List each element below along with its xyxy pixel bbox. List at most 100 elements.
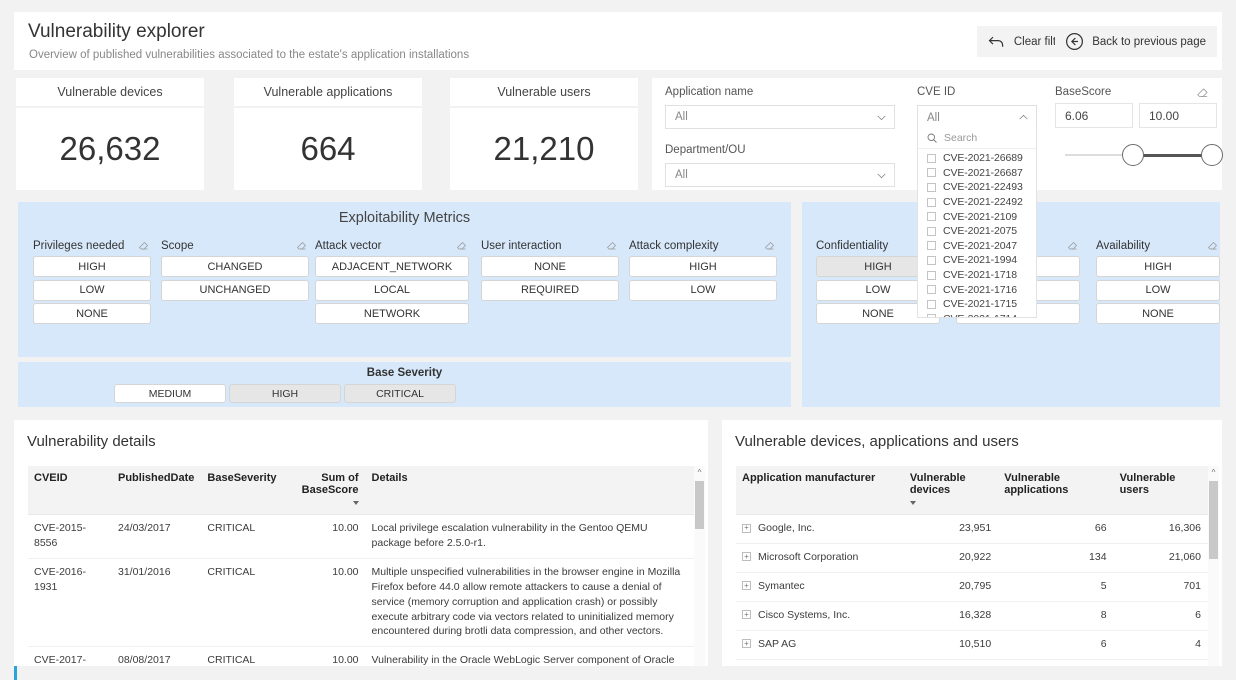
cve-option[interactable]: CVE-2021-1715 [918, 297, 1036, 312]
slider-handle-max[interactable] [1201, 144, 1223, 166]
table-row[interactable]: + Cisco Systems, Inc. 16,328 8 6 [736, 601, 1208, 631]
cve-option[interactable]: CVE-2021-22492 [918, 195, 1036, 210]
cve-option[interactable]: CVE-2021-2075 [918, 224, 1036, 239]
checkbox[interactable] [927, 226, 936, 236]
slicer-option[interactable]: NONE [1096, 303, 1220, 324]
eraser-icon[interactable] [1196, 86, 1210, 100]
checkbox[interactable] [927, 182, 936, 192]
undo-arrow-icon [988, 36, 1004, 47]
eraser-icon[interactable] [764, 240, 776, 252]
department-ou-select[interactable]: All [665, 163, 895, 187]
application-name-select[interactable]: All [665, 105, 895, 129]
cve-option[interactable]: CVE-2021-2109 [918, 209, 1036, 224]
base-severity-option[interactable]: MEDIUM [114, 384, 226, 403]
column-header[interactable]: Sum of BaseScore [283, 466, 366, 515]
cve-option[interactable]: CVE-2021-1714 [918, 312, 1036, 317]
details-scrollbar[interactable]: ^ [694, 466, 705, 666]
eraser-icon[interactable] [138, 240, 150, 252]
column-header[interactable]: BaseSeverity [201, 466, 284, 515]
slicer-option[interactable]: LOCAL [315, 279, 469, 301]
cve-option[interactable]: CVE-2021-2047 [918, 239, 1036, 254]
kpi-label: Vulnerable users [450, 78, 638, 108]
checkbox[interactable] [927, 197, 936, 207]
checkbox[interactable] [927, 285, 936, 295]
cve-option-list[interactable]: CVE-2021-26689 CVE-2021-26687 CVE-2021-224… [918, 149, 1036, 317]
slicer-option[interactable]: LOW [33, 279, 151, 301]
base-severity-options[interactable]: MEDIUM HIGH CRITICAL [114, 384, 456, 403]
devices-scrollbar[interactable]: ^ [1208, 466, 1219, 666]
slicer-option[interactable]: NONE [481, 256, 619, 277]
column-header[interactable]: Vulnerable applications [998, 466, 1114, 515]
eraser-icon[interactable] [296, 240, 308, 252]
cve-option[interactable]: CVE-2021-1718 [918, 268, 1036, 283]
table-row[interactable]: + Microsoft Corporation 20,922 134 21,060 [736, 543, 1208, 573]
slicer-header: Attack vector [315, 240, 469, 252]
scroll-up-icon[interactable]: ^ [1208, 466, 1219, 479]
checkbox[interactable] [927, 270, 936, 280]
checkbox[interactable] [927, 299, 936, 309]
table-row[interactable]: + Google, Inc. 23,951 66 16,306 [736, 514, 1208, 544]
scrollbar-thumb[interactable] [695, 481, 704, 529]
table-row[interactable]: + SAP AG 10,510 6 4 [736, 630, 1208, 660]
slicer-option[interactable]: NONE [33, 303, 151, 324]
basescore-max-input[interactable]: 10.00 [1139, 103, 1217, 128]
table-row[interactable]: CVE-2015-8556 24/03/2017 CRITICAL 10.00 Loca… [28, 514, 694, 559]
eraser-icon[interactable] [1207, 240, 1219, 252]
scroll-up-icon[interactable]: ^ [694, 466, 705, 479]
column-header[interactable]: Application manufacturer [736, 466, 904, 515]
back-to-previous-page-button[interactable]: Back to previous page [1055, 26, 1217, 57]
eraser-icon[interactable] [606, 240, 618, 252]
eraser-icon[interactable] [1067, 240, 1079, 252]
cve-id-select[interactable]: All [917, 105, 1037, 129]
cve-option[interactable]: CVE-2021-26687 [918, 166, 1036, 181]
basescore-range-slider[interactable] [1065, 140, 1223, 170]
eraser-icon[interactable] [456, 240, 468, 252]
expand-icon[interactable]: + [742, 581, 751, 591]
cve-search-row[interactable]: Search [918, 127, 1036, 149]
slicer-option[interactable]: ADJACENT_NETWORK [315, 256, 469, 277]
slicer-option[interactable]: HIGH [629, 256, 777, 277]
cve-option[interactable]: CVE-2021-1716 [918, 282, 1036, 297]
table-row[interactable]: CVE-2017-1013708/08/2017CRITICAL10.00Vul… [28, 646, 694, 666]
cve-option[interactable]: CVE-2021-22493 [918, 180, 1036, 195]
expand-icon[interactable]: + [742, 639, 751, 649]
slider-handle-min[interactable] [1122, 144, 1144, 166]
slicer-option[interactable]: NETWORK [315, 303, 469, 324]
cve-option[interactable]: CVE-2021-26689 [918, 151, 1036, 166]
slicer-option[interactable]: HIGH [1096, 256, 1220, 277]
slicer-option[interactable]: UNCHANGED [161, 279, 309, 301]
checkbox[interactable] [927, 168, 936, 178]
slicer-option[interactable]: LOW [1096, 279, 1220, 301]
table-row[interactable]: CVE-2016-1931 31/01/2016 CRITICAL 10.00 Mult… [28, 558, 694, 648]
table-row[interactable]: +Adobe Systems Inc.8,993906,885 [736, 659, 1208, 666]
slicer-option[interactable]: HIGH [33, 256, 151, 277]
scrollbar-thumb[interactable] [1209, 481, 1218, 559]
checkbox[interactable] [927, 153, 936, 163]
slicer-option[interactable]: LOW [629, 279, 777, 301]
column-header[interactable]: CVEID [28, 466, 112, 515]
checkbox[interactable] [927, 212, 936, 222]
expand-icon[interactable]: + [742, 610, 751, 620]
slicer-label: Availability [1096, 240, 1151, 252]
slicer-option[interactable]: CHANGED [161, 256, 309, 277]
column-header[interactable]: Vulnerable devices [903, 466, 999, 515]
checkbox[interactable] [927, 241, 936, 251]
slicer-option[interactable]: REQUIRED [481, 279, 619, 301]
expand-icon[interactable]: + [742, 523, 751, 533]
column-header[interactable]: Details [365, 466, 694, 515]
basescore-min-input[interactable]: 6.06 [1055, 103, 1133, 128]
table-row[interactable]: + Symantec 20,795 5 701 [736, 572, 1208, 602]
column-header[interactable]: Vulnerable users [1113, 466, 1208, 515]
checkbox[interactable] [927, 255, 936, 265]
cell-details: Local privilege escalation vulnerability… [365, 514, 694, 559]
cve-option[interactable]: CVE-2021-1994 [918, 253, 1036, 268]
table-header-row[interactable]: CVEID PublishedDate BaseSeverity Sum of Bas… [28, 466, 694, 515]
checkbox[interactable] [927, 314, 936, 317]
base-severity-option[interactable]: CRITICAL [344, 384, 456, 403]
table-header-row[interactable]: Application manufacturer Vulnerable devic… [736, 466, 1208, 515]
base-severity-option[interactable]: HIGH [229, 384, 341, 403]
column-header[interactable]: PublishedDate [112, 466, 202, 515]
cve-id-dropdown-popup[interactable]: Search CVE-2021-26689 CVE-2021-26687 CVE-2… [917, 127, 1037, 318]
expand-icon[interactable]: + [742, 552, 751, 562]
cell-applications: 5 [998, 572, 1114, 602]
